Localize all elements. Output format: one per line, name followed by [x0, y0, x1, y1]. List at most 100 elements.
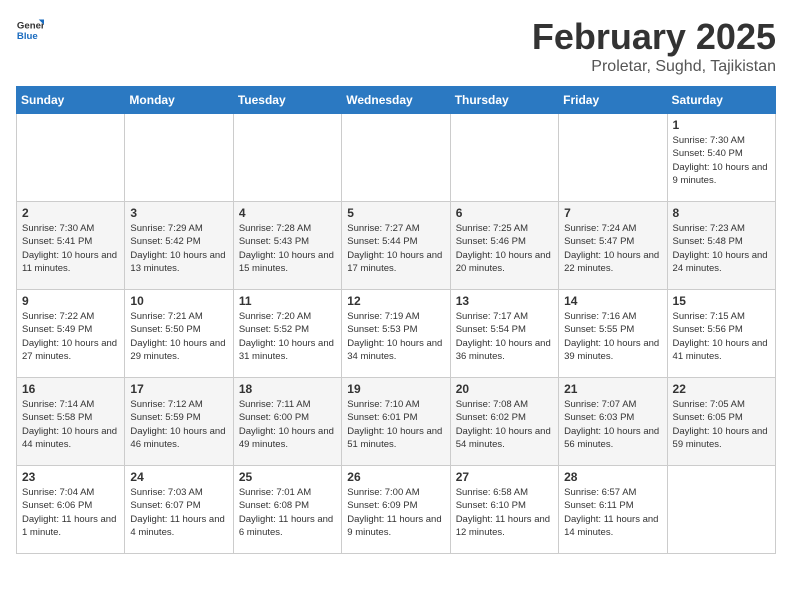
page-header: General Blue February 2025 Proletar, Sug… [16, 16, 776, 76]
day-info: Sunrise: 6:58 AMSunset: 6:10 PMDaylight:… [456, 486, 553, 539]
day-info: Sunrise: 7:05 AMSunset: 6:05 PMDaylight:… [673, 398, 770, 451]
calendar-cell: 10 Sunrise: 7:21 AMSunset: 5:50 PMDayligh… [125, 290, 233, 378]
day-info: Sunrise: 7:12 AMSunset: 5:59 PMDaylight:… [130, 398, 227, 451]
day-number: 18 [239, 382, 336, 396]
day-info: Sunrise: 7:25 AMSunset: 5:46 PMDaylight:… [456, 222, 553, 275]
calendar-cell [17, 114, 125, 202]
day-info: Sunrise: 7:28 AMSunset: 5:43 PMDaylight:… [239, 222, 336, 275]
calendar-cell [559, 114, 667, 202]
calendar-cell: 17 Sunrise: 7:12 AMSunset: 5:59 PMDayligh… [125, 378, 233, 466]
day-number: 17 [130, 382, 227, 396]
calendar-cell: 26 Sunrise: 7:00 AMSunset: 6:09 PMDayligh… [342, 466, 450, 554]
day-number: 5 [347, 206, 444, 220]
calendar-week-1: 1 Sunrise: 7:30 AMSunset: 5:40 PMDaylight… [17, 114, 776, 202]
day-info: Sunrise: 7:08 AMSunset: 6:02 PMDaylight:… [456, 398, 553, 451]
day-number: 7 [564, 206, 661, 220]
calendar-cell: 9 Sunrise: 7:22 AMSunset: 5:49 PMDaylight… [17, 290, 125, 378]
day-info: Sunrise: 7:29 AMSunset: 5:42 PMDaylight:… [130, 222, 227, 275]
day-number: 13 [456, 294, 553, 308]
calendar-cell: 16 Sunrise: 7:14 AMSunset: 5:58 PMDayligh… [17, 378, 125, 466]
day-info: Sunrise: 6:57 AMSunset: 6:11 PMDaylight:… [564, 486, 661, 539]
calendar-cell: 19Sunrise: 7:10 AMSunset: 6:01 PMDayligh… [342, 378, 450, 466]
weekday-header-sunday: Sunday [17, 87, 125, 114]
weekday-header-wednesday: Wednesday [342, 87, 450, 114]
calendar-cell: 23Sunrise: 7:04 AMSunset: 6:06 PMDayligh… [17, 466, 125, 554]
weekday-header-thursday: Thursday [450, 87, 558, 114]
calendar-cell: 28 Sunrise: 6:57 AMSunset: 6:11 PMDayligh… [559, 466, 667, 554]
logo-icon: General Blue [16, 16, 44, 44]
day-number: 6 [456, 206, 553, 220]
calendar-cell: 25Sunrise: 7:01 AMSunset: 6:08 PMDayligh… [233, 466, 341, 554]
weekday-row: SundayMondayTuesdayWednesdayThursdayFrid… [17, 87, 776, 114]
calendar-subtitle: Proletar, Sughd, Tajikistan [532, 58, 776, 76]
day-info: Sunrise: 7:20 AMSunset: 5:52 PMDaylight:… [239, 310, 336, 363]
calendar-cell: 3 Sunrise: 7:29 AMSunset: 5:42 PMDaylight… [125, 202, 233, 290]
weekday-header-saturday: Saturday [667, 87, 775, 114]
calendar-cell: 1 Sunrise: 7:30 AMSunset: 5:40 PMDaylight… [667, 114, 775, 202]
calendar-cell: 14 Sunrise: 7:16 AMSunset: 5:55 PMDayligh… [559, 290, 667, 378]
calendar-cell [450, 114, 558, 202]
weekday-header-tuesday: Tuesday [233, 87, 341, 114]
calendar-cell [233, 114, 341, 202]
calendar-cell: 7 Sunrise: 7:24 AMSunset: 5:47 PMDaylight… [559, 202, 667, 290]
calendar-cell: 11 Sunrise: 7:20 AMSunset: 5:52 PMDayligh… [233, 290, 341, 378]
calendar-header: SundayMondayTuesdayWednesdayThursdayFrid… [17, 87, 776, 114]
calendar-cell: 27Sunrise: 6:58 AMSunset: 6:10 PMDayligh… [450, 466, 558, 554]
day-number: 24 [130, 470, 227, 484]
day-number: 22 [673, 382, 770, 396]
weekday-header-friday: Friday [559, 87, 667, 114]
day-info: Sunrise: 7:24 AMSunset: 5:47 PMDaylight:… [564, 222, 661, 275]
day-number: 11 [239, 294, 336, 308]
day-info: Sunrise: 7:23 AMSunset: 5:48 PMDaylight:… [673, 222, 770, 275]
calendar-week-4: 16 Sunrise: 7:14 AMSunset: 5:58 PMDayligh… [17, 378, 776, 466]
day-info: Sunrise: 7:00 AMSunset: 6:09 PMDaylight:… [347, 486, 444, 539]
day-number: 15 [673, 294, 770, 308]
day-number: 23 [22, 470, 119, 484]
day-number: 12 [347, 294, 444, 308]
day-number: 16 [22, 382, 119, 396]
svg-text:General: General [17, 20, 44, 31]
day-info: Sunrise: 7:16 AMSunset: 5:55 PMDaylight:… [564, 310, 661, 363]
calendar-cell: 2Sunrise: 7:30 AMSunset: 5:41 PMDaylight… [17, 202, 125, 290]
day-number: 28 [564, 470, 661, 484]
calendar-cell: 6 Sunrise: 7:25 AMSunset: 5:46 PMDaylight… [450, 202, 558, 290]
day-number: 26 [347, 470, 444, 484]
day-info: Sunrise: 7:27 AMSunset: 5:44 PMDaylight:… [347, 222, 444, 275]
calendar-cell: 15 Sunrise: 7:15 AMSunset: 5:56 PMDayligh… [667, 290, 775, 378]
calendar-cell [667, 466, 775, 554]
calendar-week-5: 23Sunrise: 7:04 AMSunset: 6:06 PMDayligh… [17, 466, 776, 554]
day-number: 10 [130, 294, 227, 308]
day-number: 3 [130, 206, 227, 220]
calendar-table: SundayMondayTuesdayWednesdayThursdayFrid… [16, 86, 776, 554]
calendar-title: February 2025 [532, 16, 776, 58]
day-info: Sunrise: 7:03 AMSunset: 6:07 PMDaylight:… [130, 486, 227, 539]
calendar-cell: 12 Sunrise: 7:19 AMSunset: 5:53 PMDayligh… [342, 290, 450, 378]
day-info: Sunrise: 7:19 AMSunset: 5:53 PMDaylight:… [347, 310, 444, 363]
day-number: 1 [673, 118, 770, 132]
day-number: 8 [673, 206, 770, 220]
day-number: 19 [347, 382, 444, 396]
svg-text:Blue: Blue [17, 31, 38, 42]
calendar-cell [342, 114, 450, 202]
day-info: Sunrise: 7:11 AMSunset: 6:00 PMDaylight:… [239, 398, 336, 451]
day-info: Sunrise: 7:07 AMSunset: 6:03 PMDaylight:… [564, 398, 661, 451]
day-info: Sunrise: 7:22 AMSunset: 5:49 PMDaylight:… [22, 310, 119, 363]
calendar-week-2: 2Sunrise: 7:30 AMSunset: 5:41 PMDaylight… [17, 202, 776, 290]
day-number: 14 [564, 294, 661, 308]
calendar-body: 1 Sunrise: 7:30 AMSunset: 5:40 PMDaylight… [17, 114, 776, 554]
calendar-cell: 20Sunrise: 7:08 AMSunset: 6:02 PMDayligh… [450, 378, 558, 466]
title-block: February 2025 Proletar, Sughd, Tajikista… [532, 16, 776, 76]
day-number: 9 [22, 294, 119, 308]
day-number: 4 [239, 206, 336, 220]
calendar-cell: 5 Sunrise: 7:27 AMSunset: 5:44 PMDaylight… [342, 202, 450, 290]
day-info: Sunrise: 7:14 AMSunset: 5:58 PMDaylight:… [22, 398, 119, 451]
calendar-cell [125, 114, 233, 202]
calendar-cell: 13 Sunrise: 7:17 AMSunset: 5:54 PMDayligh… [450, 290, 558, 378]
day-info: Sunrise: 7:21 AMSunset: 5:50 PMDaylight:… [130, 310, 227, 363]
day-info: Sunrise: 7:30 AMSunset: 5:40 PMDaylight:… [673, 134, 770, 187]
calendar-cell: 18 Sunrise: 7:11 AMSunset: 6:00 PMDayligh… [233, 378, 341, 466]
calendar-cell: 21Sunrise: 7:07 AMSunset: 6:03 PMDayligh… [559, 378, 667, 466]
calendar-week-3: 9 Sunrise: 7:22 AMSunset: 5:49 PMDaylight… [17, 290, 776, 378]
day-info: Sunrise: 7:15 AMSunset: 5:56 PMDaylight:… [673, 310, 770, 363]
day-info: Sunrise: 7:17 AMSunset: 5:54 PMDaylight:… [456, 310, 553, 363]
